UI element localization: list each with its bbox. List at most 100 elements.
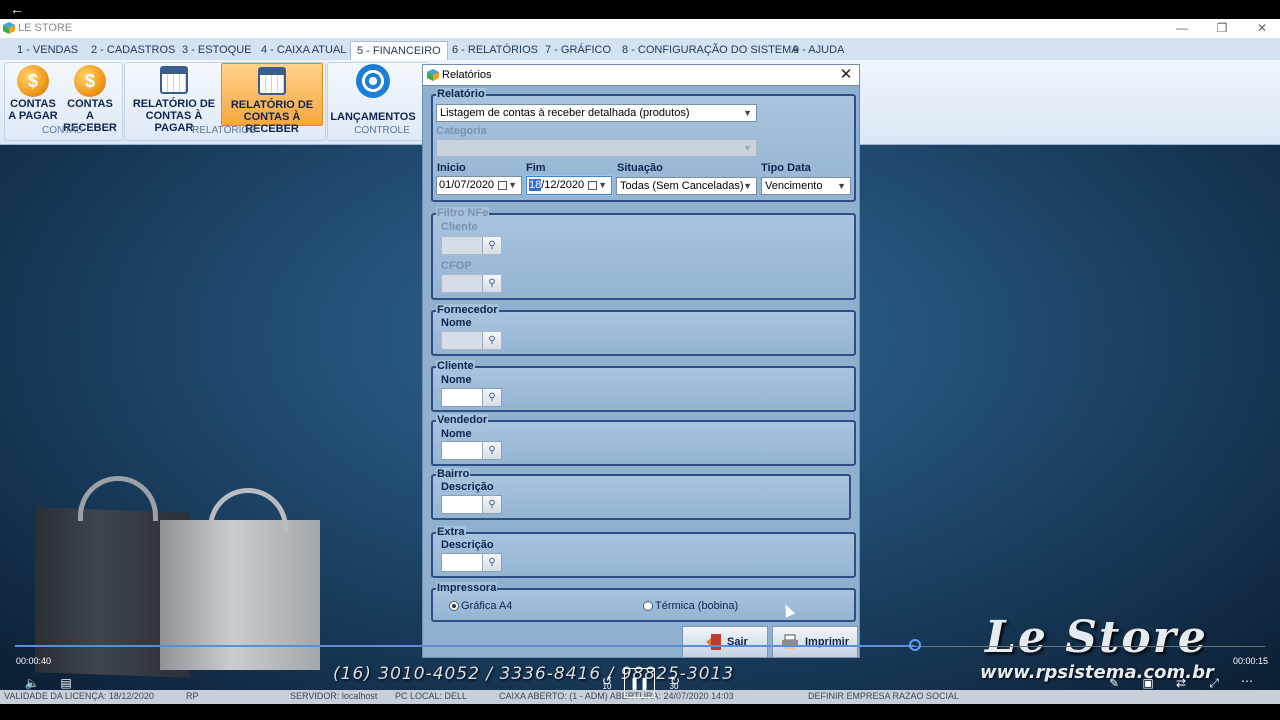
situacao-value: Todas (Sem Canceladas) [620, 180, 744, 192]
app-title: LE STORE [18, 22, 73, 34]
label-extra-descricao: Descrição [441, 539, 494, 551]
window-title-bar [0, 19, 1280, 38]
progress-bar-played[interactable] [15, 645, 915, 647]
target-icon [356, 64, 390, 98]
radio-grafica-a4[interactable] [449, 601, 459, 611]
menu-estoque[interactable]: 3 - ESTOQUE [176, 41, 257, 59]
vendedor-input[interactable]: ⚲ [441, 441, 502, 460]
volume-icon[interactable]: 🔈 [24, 676, 40, 690]
chevron-down-icon: ▼ [743, 108, 752, 118]
chevron-down-icon: ▼ [837, 181, 846, 191]
legend-cliente: Cliente [436, 360, 475, 372]
label-vendedor-nome: Nome [441, 428, 472, 440]
remaining-time: 00:00:15 [1233, 656, 1269, 666]
contas-pagar-line2: A PAGAR [8, 110, 58, 122]
search-icon[interactable]: ⚲ [482, 237, 501, 254]
label-grafica-a4: Gráfica A4 [461, 600, 513, 612]
search-icon[interactable]: ⚲ [482, 275, 501, 292]
calendar-icon [588, 181, 597, 190]
cliente-input[interactable]: ⚲ [441, 388, 502, 407]
skip-forward-seconds: 30 [669, 682, 679, 691]
label-cliente-nome: Nome [441, 374, 472, 386]
captions-icon[interactable]: ▤ [58, 676, 74, 690]
legend-fornecedor: Fornecedor [436, 304, 499, 316]
situacao-select[interactable]: Todas (Sem Canceladas) ▼ [616, 177, 757, 195]
nfe-cliente-input[interactable]: ⚲ [441, 236, 502, 255]
categoria-select[interactable]: ▼ [436, 139, 757, 157]
tipo-data-select[interactable]: Vencimento ▼ [761, 177, 851, 195]
group-contas-label: CONTAS [42, 125, 83, 136]
restore-icon[interactable]: ❐ [1202, 20, 1242, 37]
search-icon[interactable]: ⚲ [482, 554, 501, 571]
progress-bar-remaining[interactable] [915, 646, 1265, 647]
inicio-value: 01/07/2020 [439, 179, 495, 191]
chevron-down-icon: ▼ [743, 143, 752, 153]
report-icon [258, 67, 286, 95]
exit-door-icon [706, 634, 721, 650]
menu-ajuda[interactable]: 9 - AJUDA [787, 41, 850, 59]
calendar-icon [498, 181, 507, 190]
contas-a-pagar-button[interactable]: $ CONTAS A PAGAR [6, 63, 60, 124]
more-options-icon[interactable]: ⋯ [1239, 674, 1255, 688]
chevron-down-icon: ▼ [508, 180, 517, 190]
back-arrow-icon[interactable]: ← [8, 1, 26, 17]
fim-date-field[interactable]: 18/12/2020 ▼ [526, 176, 612, 195]
lancamentos-label: LANÇAMENTOS [330, 111, 416, 123]
dialog-close-icon[interactable]: ✕ [836, 66, 856, 84]
label-tipo-data: Tipo Data [761, 162, 811, 174]
status-servidor: SERVIDOR: localhost [290, 691, 378, 701]
app-logo-icon [3, 22, 15, 34]
label-fim: Fim [526, 162, 546, 174]
dialog-title: Relatórios [442, 69, 492, 81]
inicio-date-field[interactable]: 01/07/2020 ▼ [436, 176, 522, 195]
menu-caixa-atual[interactable]: 4 - CAIXA ATUAL [255, 41, 352, 59]
fullscreen-icon[interactable]: ⤢ [1206, 676, 1222, 691]
rel-pagar-line1: RELATÓRIO DE [132, 98, 216, 110]
contas-pagar-line1: CONTAS [10, 98, 56, 110]
fim-rest: /12/2020 [541, 179, 585, 191]
cfop-input[interactable]: ⚲ [441, 274, 502, 293]
pause-icon[interactable]: ❚❚ [624, 668, 655, 698]
relatorio-contas-receber-button[interactable]: RELATÓRIO DE CONTAS À RECEBER [221, 63, 323, 135]
status-caixa: CAIXA ABERTO: (1 - ADM) ABERTURA: 24/07/… [499, 691, 734, 701]
dialog-logo-icon [427, 69, 439, 81]
menu-grafico[interactable]: 7 - GRÁFICO [539, 41, 617, 59]
close-window-icon[interactable]: ✕ [1242, 20, 1280, 37]
menu-cadastros[interactable]: 2 - CADASTROS [85, 41, 181, 59]
radio-termica[interactable] [643, 601, 653, 611]
search-icon[interactable]: ⚲ [482, 496, 501, 513]
relatorio-value: Listagem de contas à receber detalhada (… [440, 107, 690, 119]
menu-vendas[interactable]: 1 - VENDAS [11, 41, 84, 59]
status-empresa: DEFINIR EMPRESA RAZAO SOCIAL [808, 691, 960, 701]
coin-icon: $ [74, 65, 106, 97]
repeat-icon[interactable]: ⇄ [1173, 676, 1189, 690]
menu-configuracao[interactable]: 8 - CONFIGURAÇÃO DO SISTEMA [616, 41, 805, 59]
sair-button[interactable]: Sair [682, 626, 768, 658]
progress-scrubber[interactable] [909, 639, 921, 651]
status-rp: RP [186, 691, 199, 701]
menu-relatorios[interactable]: 6 - RELATÓRIOS [446, 41, 544, 59]
fornecedor-input[interactable]: ⚲ [441, 331, 502, 350]
shopping-bag-light-icon [160, 520, 320, 670]
extra-input[interactable]: ⚲ [441, 553, 502, 572]
relatorio-contas-pagar-button[interactable]: RELATÓRIO DE CONTAS À PAGAR [130, 63, 218, 134]
bairro-input[interactable]: ⚲ [441, 495, 502, 514]
contas-a-receber-button[interactable]: $ CONTAS A RECEBER [62, 63, 118, 134]
search-icon[interactable]: ⚲ [482, 442, 501, 459]
tipo-data-value: Vencimento [765, 180, 823, 192]
coin-icon: $ [17, 65, 49, 97]
status-licenca: VALIDADE DA LICENÇA: 18/12/2020 [4, 691, 154, 701]
mini-player-icon[interactable]: ▣ [1140, 676, 1156, 690]
search-icon[interactable]: ⚲ [482, 389, 501, 406]
imprimir-button[interactable]: Imprimir [772, 626, 858, 658]
pen-icon[interactable]: ✎ [1106, 676, 1122, 690]
chevron-down-icon: ▼ [743, 181, 752, 191]
legend-vendedor: Vendedor [436, 414, 489, 426]
legend-filtro-nfe: Filtro NFe [436, 207, 490, 219]
lancamentos-button[interactable]: LANÇAMENTOS [330, 63, 416, 124]
menu-financeiro[interactable]: 5 - FINANCEIRO [350, 41, 448, 60]
relatorio-select[interactable]: Listagem de contas à receber detalhada (… [436, 104, 757, 122]
minimize-icon[interactable]: — [1162, 20, 1202, 37]
chevron-down-icon: ▼ [598, 180, 607, 190]
search-icon[interactable]: ⚲ [482, 332, 501, 349]
